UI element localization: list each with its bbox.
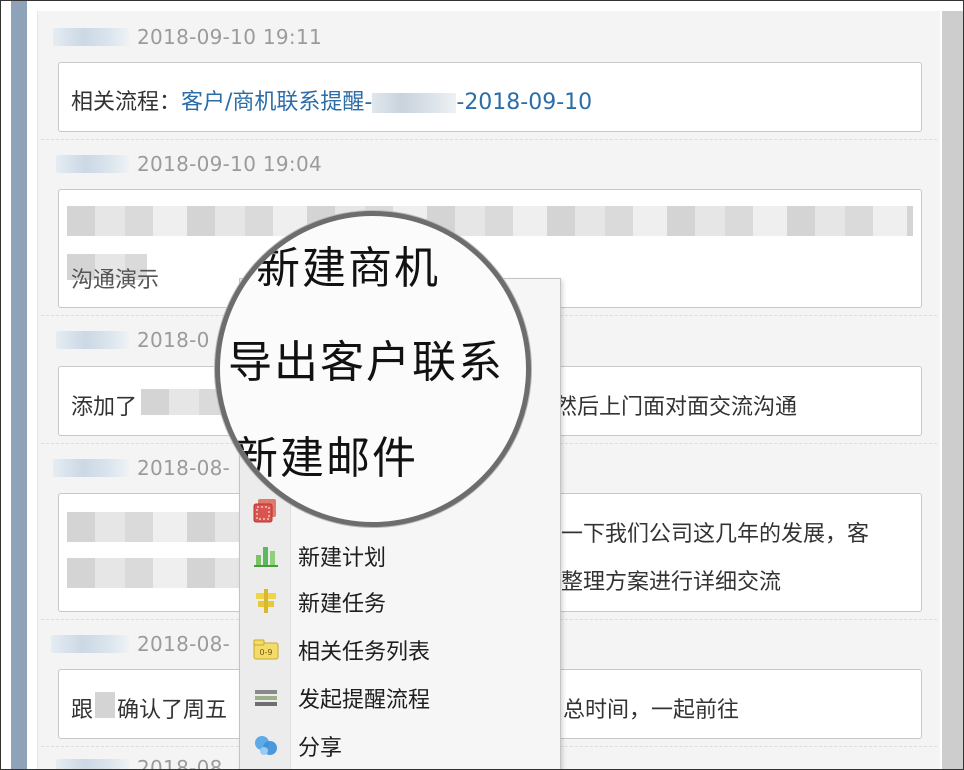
magnified-menu-item: 新建商机 [256, 243, 440, 294]
entry-text-start: 添加了 [71, 395, 138, 420]
redacted-text [95, 692, 115, 718]
magnifier-lens: 新建商机 导出客户联系 新建邮件 [215, 211, 531, 527]
process-link-date: -2018-09-10 [456, 90, 593, 115]
author-name-redacted [53, 459, 129, 477]
share-icon [255, 736, 277, 755]
redacted-text [67, 512, 243, 542]
menu-item-label: 新建任务 [298, 592, 387, 617]
menu-item-related-tasks[interactable]: 0-9 相关任务列表 [240, 627, 560, 671]
redacted-text [372, 93, 457, 113]
entry-timestamp: 2018-09-10 19:11 [137, 25, 323, 49]
related-process-label: 相关流程： [71, 90, 182, 115]
menu-item-new-plan[interactable]: 新建计划 [240, 533, 560, 577]
author-name-redacted [56, 759, 129, 769]
entry-timestamp: 2018-08- [137, 632, 231, 656]
reminder-flow-icon [255, 690, 277, 706]
menu-item-new-task[interactable]: 新建任务 [240, 579, 560, 623]
menu-item-label: 相关任务列表 [298, 640, 431, 665]
task-list-icon: 0-9 [253, 639, 279, 660]
menu-item-label: 新建计划 [298, 546, 387, 571]
redacted-text [67, 558, 243, 588]
entry-text: 沟通演示 [71, 268, 160, 293]
left-side-bar [11, 1, 27, 769]
entry-text-start: 跟 [71, 698, 94, 723]
scrollbar[interactable] [942, 11, 963, 769]
magnified-menu-item: 新建邮件 [234, 433, 418, 484]
author-name-redacted [56, 155, 129, 173]
process-link[interactable]: 客户/商机联系提醒- -2018-09-10 [181, 90, 592, 115]
entry-timestamp: 2018-09-10 19:04 [137, 152, 323, 176]
entry-text-end: 总时间，一起前往 [563, 698, 740, 723]
author-name-redacted [56, 331, 129, 349]
entry-text-line1: 了一下我们公司这几年的发展，客 [539, 522, 870, 547]
redacted-text [67, 206, 913, 236]
svg-text:0-9: 0-9 [259, 648, 272, 657]
process-link-prefix: 客户/商机联系提醒- [181, 90, 373, 115]
author-name-redacted [53, 28, 129, 46]
author-name-redacted [51, 635, 129, 653]
entry-timestamp: 2018-08 [137, 756, 223, 770]
magnified-menu-item: 导出客户联系 [228, 337, 504, 388]
screenshot-frame: 2018-09-10 19:11 相关流程：客户/商机联系提醒- -2018-09… [0, 0, 964, 770]
task-icon [256, 589, 276, 613]
entry-card: 相关流程：客户/商机联系提醒- -2018-09-10 [58, 62, 922, 132]
entry-text-mid: 确认了周五 [117, 698, 228, 723]
entry-timestamp: 2018-08- [137, 456, 231, 480]
bar-chart-icon [254, 547, 278, 567]
menu-item-label: 发起提醒流程 [298, 688, 431, 713]
menu-item-share[interactable]: 分享 [240, 723, 560, 767]
menu-item-start-reminder[interactable]: 发起提醒流程 [240, 675, 560, 719]
entry-timestamp: 2018-0 [137, 328, 210, 352]
entry-text: 相关流程：客户/商机联系提醒- -2018-09-10 [71, 84, 592, 116]
menu-item-label: 分享 [298, 736, 343, 761]
contact-card-icon [253, 499, 276, 523]
entry-divider [41, 139, 937, 140]
redacted-text [141, 389, 221, 415]
entry-text-line2: 门整理方案进行详细交流 [539, 570, 782, 595]
entry-text-end: 然后上门面对面交流沟通 [555, 395, 798, 420]
